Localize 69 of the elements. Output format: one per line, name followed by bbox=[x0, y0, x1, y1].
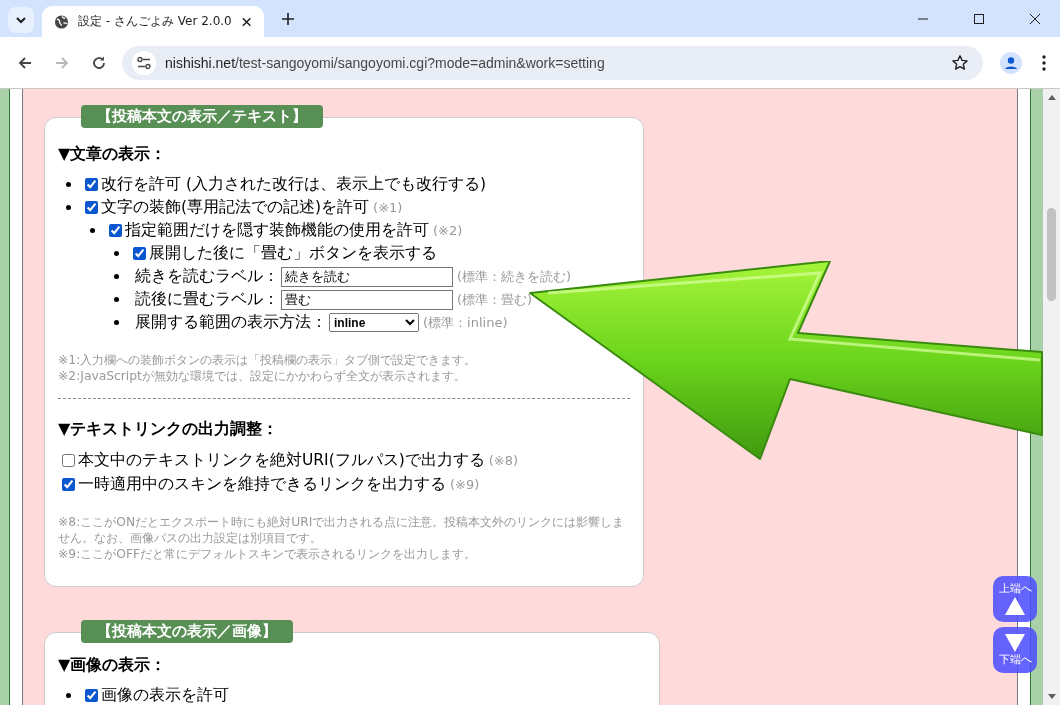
footnote-text: ※1:入力欄への装飾ボタンの表示は「投稿欄の表示」タブ側で設定できます。 bbox=[58, 352, 478, 368]
checkbox[interactable] bbox=[133, 247, 146, 260]
up-triangle-icon bbox=[1005, 597, 1025, 615]
back-icon[interactable] bbox=[17, 54, 33, 71]
scrollbar-thumb[interactable] bbox=[1047, 208, 1056, 301]
tab-list-button[interactable] bbox=[8, 6, 34, 33]
footnote-text: ※2:JavaScriptが無効な環境では、設定にかかわらず全文が表示されます。 bbox=[58, 368, 467, 384]
option-label: 一時適用中のスキンを維持できるリンクを出力する bbox=[78, 473, 446, 495]
tab-title: 設定 - さんごよみ Ver 2.0.0 bbox=[78, 13, 232, 30]
url-text: nishishi.net/test-sangoyomi/sangoyomi.cgi?mode=admin&work=setting bbox=[165, 54, 606, 71]
bullet-icon bbox=[114, 297, 119, 302]
section-heading: ▼テキストリンクの出力調整： bbox=[58, 419, 280, 440]
section-heading: ▼画像の表示： bbox=[58, 655, 168, 676]
bullet-icon bbox=[114, 251, 119, 256]
profile-icon[interactable] bbox=[1000, 51, 1022, 74]
reload-icon[interactable] bbox=[91, 54, 107, 71]
footnote-text: ※9:ここがOFFだと常にデフォルトスキンで表示されるリンクを出力します。 bbox=[58, 546, 478, 562]
site-settings-icon[interactable] bbox=[132, 50, 156, 75]
scroll-to-top-button[interactable]: 上端へ bbox=[993, 576, 1037, 622]
bullet-icon bbox=[66, 693, 71, 698]
checkbox[interactable] bbox=[109, 224, 122, 237]
scrollbar[interactable] bbox=[1043, 89, 1060, 705]
option-label: 本文中のテキストリンクを絶対URI(フルパス)で出力する bbox=[78, 449, 485, 471]
bullet-icon bbox=[90, 228, 95, 233]
section-title: 【投稿本文の表示／テキスト】 bbox=[81, 105, 323, 128]
option-label: 改行を許可 (入力された改行は、表示上でも改行する) bbox=[101, 174, 487, 195]
note-text: (標準：inline) bbox=[423, 313, 508, 332]
bullet-icon bbox=[114, 320, 119, 325]
checkbox[interactable] bbox=[85, 201, 98, 214]
bullet-icon bbox=[66, 205, 71, 210]
checkbox[interactable] bbox=[62, 453, 75, 467]
close-icon[interactable] bbox=[1029, 12, 1041, 25]
note-text: (※9) bbox=[450, 476, 480, 492]
note-text: (標準：続きを読む) bbox=[457, 267, 572, 286]
close-icon[interactable] bbox=[240, 15, 252, 28]
globe-icon bbox=[54, 13, 69, 30]
text-field[interactable]: 続きを読む bbox=[281, 266, 453, 287]
field-label: 展開する範囲の表示方法： bbox=[135, 312, 327, 333]
note-text: (標準：畳む) bbox=[457, 290, 533, 309]
scroll-down-icon[interactable] bbox=[1047, 694, 1056, 699]
field-label: 続きを読むラベル： bbox=[135, 266, 279, 287]
bullet-icon bbox=[114, 274, 119, 279]
note-text: (※1) bbox=[373, 200, 403, 215]
field-label: 読後に畳むラベル： bbox=[135, 289, 279, 310]
note-text: (※8) bbox=[488, 452, 519, 468]
scroll-to-bottom-button[interactable]: 下端へ bbox=[993, 627, 1037, 673]
address-bar[interactable]: nishishi.net/test-sangoyomi/sangoyomi.cgi?mode=admin&work=setting bbox=[122, 45, 983, 80]
checkbox[interactable] bbox=[62, 477, 75, 491]
dropdown[interactable]: inline bbox=[329, 313, 419, 332]
option-label: 展開した後に「畳む」ボタンを表示する bbox=[149, 243, 437, 264]
caret-icon bbox=[15, 15, 27, 24]
maximize-icon[interactable] bbox=[973, 12, 985, 25]
menu-icon[interactable] bbox=[1042, 54, 1046, 71]
browser-tab[interactable]: 設定 - さんごよみ Ver 2.0.0 bbox=[42, 6, 264, 37]
text-field[interactable]: 畳む bbox=[281, 289, 453, 310]
note-text: (※2) bbox=[433, 223, 463, 238]
option-label: 指定範囲だけを隠す装飾機能の使用を許可 bbox=[125, 220, 429, 241]
option-label: 文字の装飾(専用記法での記述)を許可 bbox=[101, 197, 370, 218]
section-heading: ▼文章の表示： bbox=[58, 144, 168, 165]
section-title: 【投稿本文の表示／画像】 bbox=[81, 620, 293, 643]
bullet-icon bbox=[66, 182, 71, 187]
new-tab-icon[interactable] bbox=[281, 11, 295, 26]
footnote-text: ※8:ここがONだとエクスポート時にも絶対URIで出力される点に注意。投稿本文外のリンクには影響しません。なお、画像パスの出力設定は別項目です。 bbox=[58, 514, 626, 546]
checkbox[interactable] bbox=[85, 689, 98, 702]
option-label: 画像の表示を許可 bbox=[101, 685, 229, 705]
scroll-up-icon[interactable] bbox=[1047, 95, 1056, 100]
down-triangle-icon bbox=[1005, 634, 1025, 652]
bookmark-star-icon[interactable] bbox=[951, 53, 969, 72]
checkbox[interactable] bbox=[85, 178, 98, 191]
